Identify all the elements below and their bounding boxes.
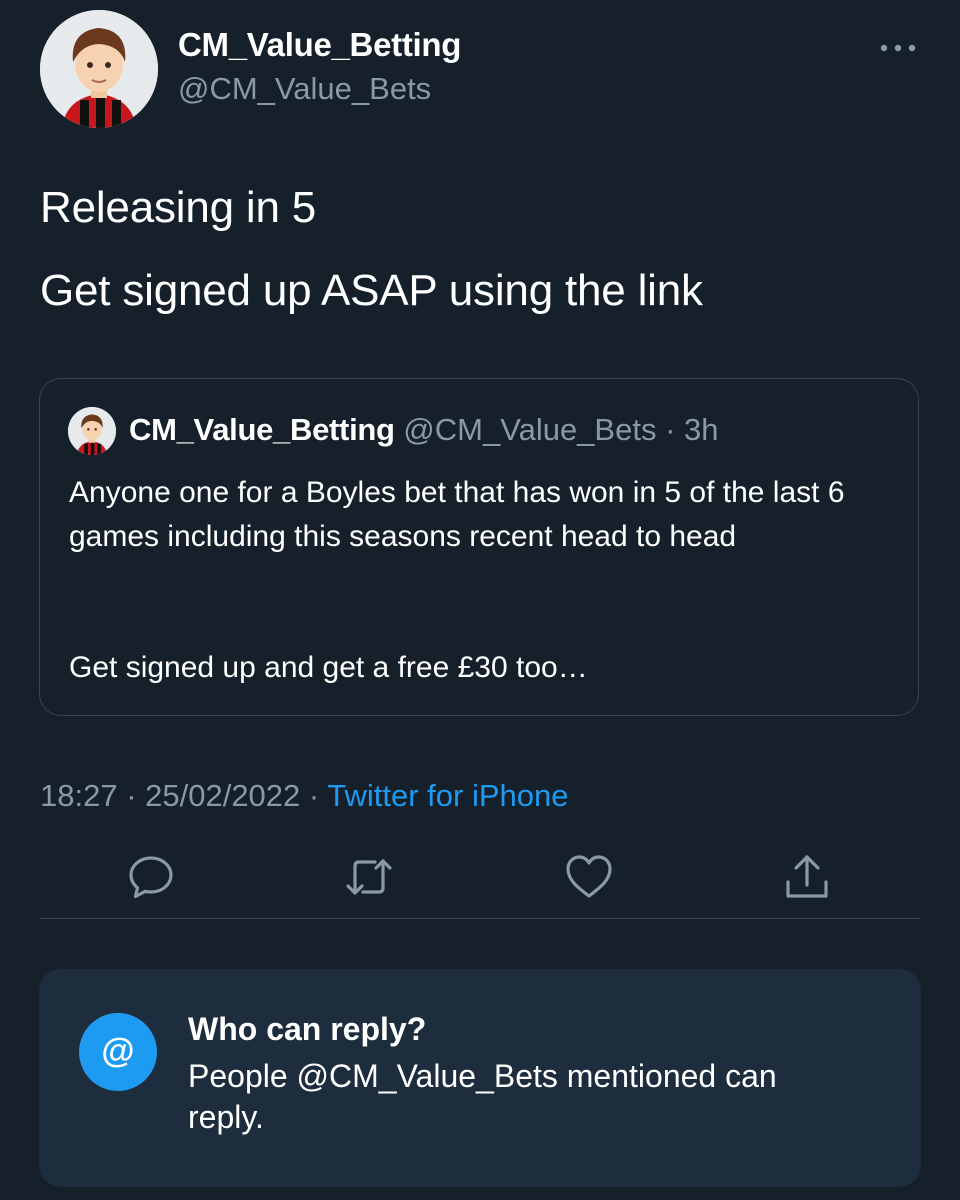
avatar-image: [40, 10, 158, 128]
tweet-source-link[interactable]: Twitter for iPhone: [327, 778, 568, 813]
quoted-tweet-card[interactable]: CM_Value_Betting @CM_Value_Bets · 3h Any…: [39, 378, 919, 716]
quoted-tweet-header: CM_Value_Betting @CM_Value_Bets · 3h: [129, 412, 719, 448]
quoted-tweet-author-name: CM_Value_Betting: [129, 412, 395, 447]
quoted-tweet-text: Get signed up and get a free £30 too…: [69, 651, 588, 684]
tweet-text-line: Get signed up ASAP using the link: [40, 266, 703, 315]
like-icon[interactable]: [564, 852, 614, 902]
divider: [40, 918, 920, 919]
reply-icon[interactable]: [126, 852, 176, 902]
author-handle[interactable]: @CM_Value_Bets: [178, 71, 431, 107]
at-sign-icon: @: [79, 1013, 157, 1091]
quoted-tweet-text: Anyone one for a Boyles bet that has won…: [69, 476, 845, 553]
more-options-icon[interactable]: [874, 34, 922, 62]
author-display-name[interactable]: CM_Value_Betting: [178, 26, 461, 64]
retweet-icon[interactable]: [344, 852, 394, 902]
quoted-tweet-meta: @CM_Value_Bets · 3h: [403, 412, 719, 447]
tweet-time-date[interactable]: 18:27 · 25/02/2022 ·: [40, 778, 327, 813]
reply-settings-title: Who can reply?: [188, 1011, 427, 1047]
tweet-timestamp: 18:27 · 25/02/2022 · Twitter for iPhone: [40, 778, 568, 814]
quoted-tweet-avatar: [68, 407, 116, 455]
tweet-text-line: Releasing in 5: [40, 183, 317, 232]
reply-settings-description: People @CM_Value_Bets mentioned can repl…: [188, 1058, 777, 1135]
reply-settings-card: @ Who can reply? People @CM_Value_Bets m…: [39, 969, 921, 1187]
share-icon[interactable]: [782, 852, 832, 902]
avatar[interactable]: [40, 10, 158, 128]
